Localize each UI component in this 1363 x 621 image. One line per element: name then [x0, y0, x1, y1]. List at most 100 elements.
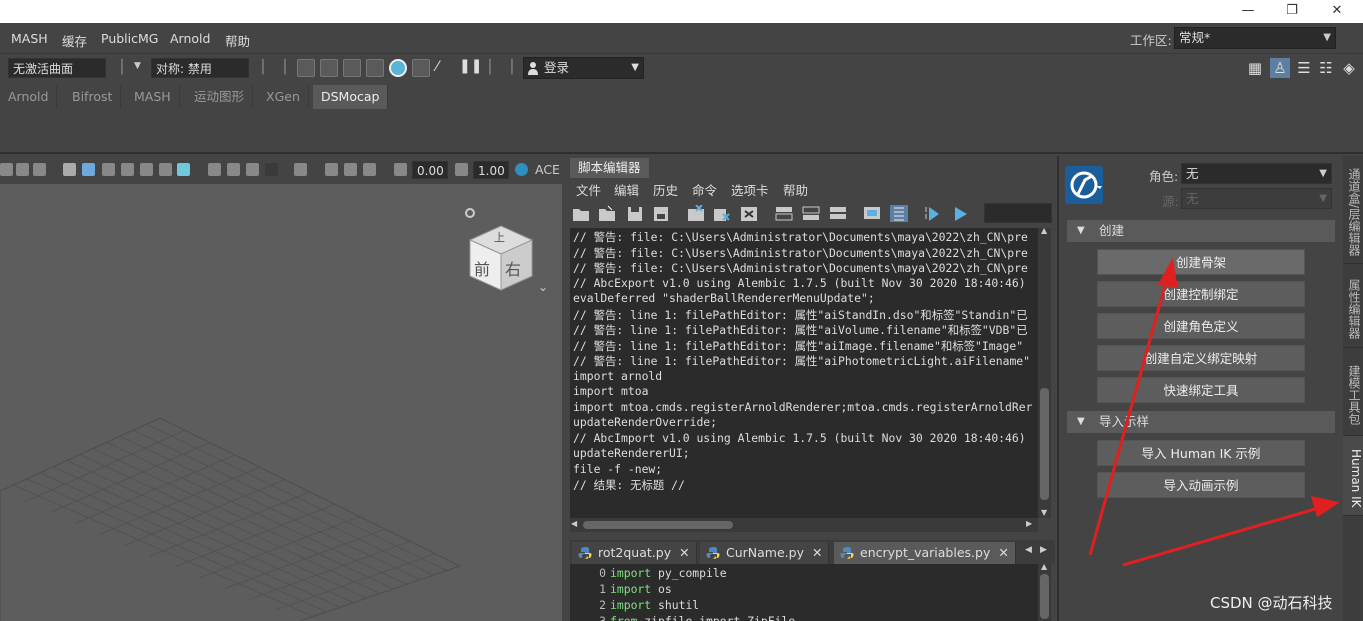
se-menu-command[interactable]: 命令 [692, 180, 717, 199]
channel-box-icon[interactable]: ◈ [1339, 58, 1359, 78]
source-select[interactable]: 无 ▼ [1181, 188, 1332, 209]
live-surface-field[interactable]: 无激活曲面 [8, 58, 106, 78]
chevron-down-icon[interactable]: ⌄ [538, 280, 548, 294]
show-both-icon[interactable] [829, 205, 847, 222]
create-skeleton-button[interactable]: 创建骨架 [1097, 249, 1305, 275]
side-tab-channel-box[interactable]: 通道盒/层编辑器 [1343, 156, 1363, 264]
isolate-select-icon[interactable] [294, 163, 307, 176]
render-sequence-icon[interactable] [320, 59, 338, 77]
workspace-select[interactable]: 常规* ▼ [1174, 27, 1336, 49]
exposure-field[interactable]: 0.00 [412, 161, 448, 179]
motion-blur-icon[interactable] [227, 163, 240, 176]
character-select[interactable]: 无 ▼ [1181, 163, 1332, 184]
se-menu-history[interactable]: 历史 [653, 180, 678, 199]
xray-active-icon[interactable] [363, 163, 376, 176]
text-icon[interactable] [33, 163, 46, 176]
ipr-render-icon[interactable] [343, 59, 361, 77]
execute-selected-icon[interactable] [924, 205, 942, 222]
quick-rig-tool-button[interactable]: 快速绑定工具 [1097, 377, 1305, 403]
save-to-shelf-icon[interactable] [652, 205, 670, 222]
show-history-icon[interactable] [775, 205, 793, 222]
script-tab-curname[interactable]: CurName.py ✕ [700, 542, 830, 564]
se-menu-file[interactable]: 文件 [576, 180, 601, 199]
section-create-header[interactable]: ▼ 创建 [1067, 220, 1335, 242]
human-ik-logo-button[interactable] [1065, 166, 1103, 204]
menu-help[interactable]: 帮助 [225, 31, 250, 50]
scroll-thumb[interactable] [583, 521, 733, 529]
shelf-tab-xgen[interactable]: XGen [258, 85, 309, 109]
create-character-definition-button[interactable]: 创建角色定义 [1097, 313, 1305, 339]
import-animation-example-button[interactable]: 导入动画示例 [1097, 472, 1305, 498]
viewport-panel[interactable]: 0.00 1.00 ACE 上 前 右 ⌄ [0, 156, 562, 621]
antialias-icon[interactable] [246, 163, 259, 176]
shelf-tab-motion-graphics[interactable]: 运动图形 [186, 85, 254, 109]
menu-arnold[interactable]: Arnold [170, 31, 210, 46]
ambient-occlusion-icon[interactable] [208, 163, 221, 176]
side-tab-human-ik[interactable]: Human IK [1343, 436, 1363, 516]
echo-commands-icon[interactable] [863, 205, 881, 222]
scroll-left-icon[interactable]: ◀ [571, 519, 577, 528]
scroll-thumb[interactable] [1040, 388, 1049, 500]
import-human-ik-example-button[interactable]: 导入 Human IK 示例 [1097, 440, 1305, 466]
show-input-icon[interactable] [802, 205, 820, 222]
tool-settings-icon[interactable]: ☷ [1316, 58, 1336, 78]
script-tab-rot2quat[interactable]: rot2quat.py ✕ [572, 542, 697, 564]
symmetry-field[interactable]: 对称: 禁用 [151, 58, 249, 78]
line-numbers-icon[interactable] [890, 205, 908, 222]
execute-all-icon[interactable] [951, 205, 969, 222]
menu-publicmg[interactable]: PublicMG [101, 31, 158, 46]
exposure-icon[interactable] [394, 163, 407, 176]
scroll-down-icon[interactable]: ▼ [1041, 508, 1047, 517]
scroll-right-icon[interactable]: ▶ [1026, 519, 1032, 528]
open-folder-icon[interactable] [572, 205, 590, 222]
side-tab-attribute-editor[interactable]: 属性编辑器 [1343, 264, 1363, 348]
script-input-editor[interactable]: 0 import py_compile 1 import os 2 import shut… [570, 564, 1038, 621]
minimize-icon[interactable]: — [1238, 2, 1258, 20]
se-menu-help[interactable]: 帮助 [783, 180, 808, 199]
tab-scroll-right-icon[interactable]: ▶ [1040, 545, 1047, 555]
render-view-icon[interactable] [412, 59, 430, 77]
shelf-tab-dsmocap[interactable]: DSMocap [313, 85, 389, 109]
clear-all-icon[interactable] [740, 205, 758, 222]
tab-scroll-left-icon[interactable]: ◀ [1025, 545, 1032, 555]
close-icon[interactable]: ✕ [812, 545, 822, 560]
create-control-rig-button[interactable]: 创建控制绑定 [1097, 281, 1305, 307]
smooth-shade-icon[interactable] [82, 163, 95, 176]
wireframe-icon[interactable] [63, 163, 76, 176]
textured-icon[interactable] [140, 163, 153, 176]
se-menu-edit[interactable]: 编辑 [614, 180, 639, 199]
human-ik-icon[interactable]: ♙ [1270, 58, 1290, 78]
script-history-output[interactable]: // 警告: file: C:\Users\Administrator\Docu… [570, 228, 1038, 518]
login-select[interactable]: 登录 ▼ [523, 57, 644, 79]
source-script-icon[interactable] [598, 205, 616, 222]
camera-icon[interactable] [0, 163, 13, 176]
xray-joints-icon[interactable] [344, 163, 357, 176]
scroll-up-icon[interactable]: ▲ [1041, 226, 1047, 235]
menu-cache[interactable]: 缓存 [62, 31, 87, 50]
shelf-tab-bifrost[interactable]: Bifrost [64, 85, 122, 109]
xray-icon[interactable] [325, 163, 338, 176]
shelf-tab-mash[interactable]: MASH [126, 85, 180, 109]
script-editor-title-tab[interactable]: 脚本编辑器 [570, 158, 649, 178]
image-plane-icon[interactable] [16, 163, 29, 176]
default-material-icon[interactable] [102, 163, 115, 176]
depth-of-field-icon[interactable] [265, 163, 278, 176]
shelf-tab-arnold[interactable]: Arnold [0, 85, 58, 109]
save-icon[interactable] [626, 205, 644, 222]
modeling-toolkit-icon[interactable]: ▦ [1245, 58, 1265, 78]
chevron-down-icon[interactable]: ▼ [134, 61, 141, 71]
attribute-editor-icon[interactable]: ☰ [1294, 58, 1314, 78]
render-icon[interactable] [297, 59, 315, 77]
wand-icon[interactable]: ⁄ [436, 59, 454, 77]
render-settings-icon[interactable] [366, 59, 384, 77]
viewcube-home-icon[interactable] [465, 208, 475, 218]
color-management-icon[interactable] [515, 163, 528, 176]
gamma-field[interactable]: 1.00 [473, 161, 509, 179]
create-custom-rig-mapping-button[interactable]: 创建自定义绑定映射 [1097, 345, 1305, 371]
history-vertical-scrollbar[interactable]: ▲ ▼ [1038, 226, 1051, 518]
search-input[interactable] [984, 203, 1052, 223]
close-icon[interactable]: ✕ [998, 545, 1008, 560]
wireframe-shaded-icon[interactable] [121, 163, 134, 176]
close-icon[interactable]: ✕ [679, 545, 689, 560]
script-tab-encrypt-variables[interactable]: encrypt_variables.py ✕ [834, 542, 1016, 564]
